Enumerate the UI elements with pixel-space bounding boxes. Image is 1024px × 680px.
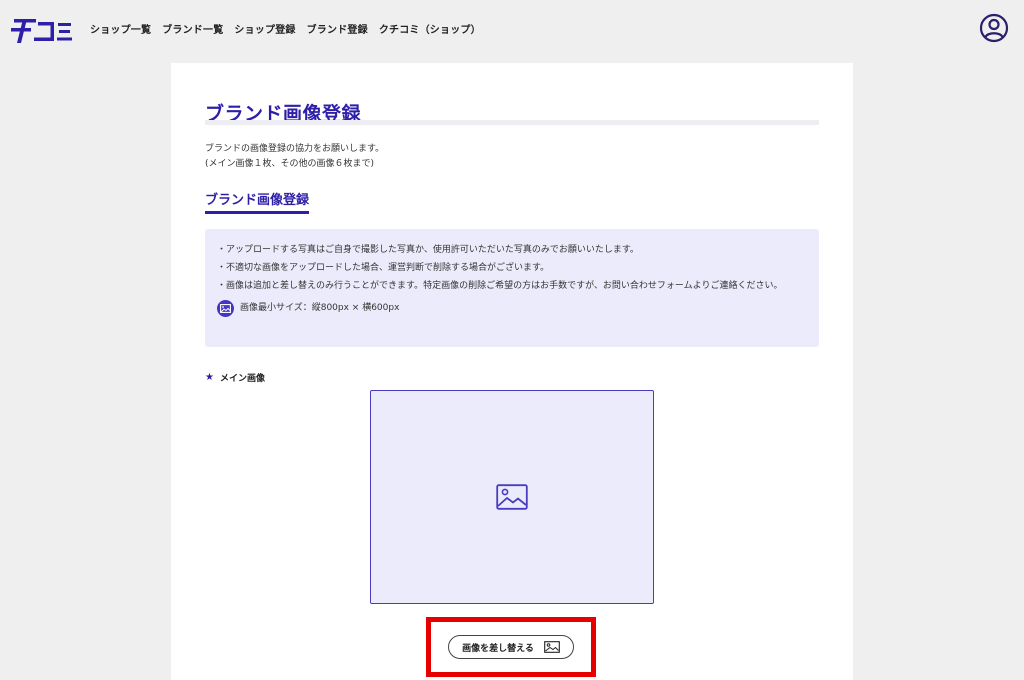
- main-nav: ショップ一覧 ブランド一覧 ショップ登録 ブランド登録 クチコミ（ショップ）: [90, 21, 481, 36]
- image-icon: [544, 641, 560, 653]
- notice-box: ・アップロードする写真はご自身で撮影した写真か、使用許可いただいた写真のみでお願…: [205, 229, 819, 347]
- main-image-label-text: メイン画像: [219, 374, 265, 384]
- image-placeholder-icon: [496, 484, 528, 510]
- intro-line: (メイン画像１枚、その他の画像６枚まで): [205, 159, 375, 169]
- nav-shop-register[interactable]: ショップ登録: [234, 21, 295, 36]
- title-divider: [205, 120, 819, 125]
- site-header: ショップ一覧 ブランド一覧 ショップ登録 ブランド登録 クチコミ（ショップ）: [0, 0, 1024, 58]
- notice-line: ・不適切な画像をアップロードした場合、運営判断で削除する場合がございます。: [217, 263, 550, 273]
- notice-line: ・アップロードする写真はご自身で撮影した写真か、使用許可いただいた写真のみでお願…: [217, 245, 639, 255]
- notice-line: ・画像は追加と差し替えのみ行うことができます。特定画像の削除ご希望の方はお手数で…: [217, 281, 783, 291]
- nav-shop-list[interactable]: ショップ一覧: [90, 21, 151, 36]
- image-size-text: 画像最小サイズ：縦800px × 横600px: [240, 303, 400, 313]
- content-panel: ブランド画像登録 ブランドの画像登録の協力をお願いします。 (メイン画像１枚、そ…: [171, 63, 853, 680]
- intro-text: ブランドの画像登録の協力をお願いします。 (メイン画像１枚、その他の画像６枚まで…: [205, 142, 384, 172]
- star-icon: ★: [205, 372, 214, 383]
- main-image-label: ★ メイン画像: [205, 371, 265, 384]
- main-image-dropzone[interactable]: [370, 390, 654, 604]
- replace-image-label: 画像を差し替える: [462, 643, 534, 654]
- nav-reviews-shop[interactable]: クチコミ（ショップ）: [379, 21, 481, 36]
- nav-brand-list[interactable]: ブランド一覧: [162, 21, 223, 36]
- account-icon[interactable]: [979, 13, 1009, 43]
- section-title: ブランド画像登録: [205, 189, 310, 214]
- nav-brand-register[interactable]: ブランド登録: [307, 21, 368, 36]
- intro-line: ブランドの画像登録の協力をお願いします。: [205, 144, 385, 154]
- image-icon: [217, 299, 234, 317]
- replace-button-highlight: 画像を差し替える: [426, 617, 596, 677]
- site-logo[interactable]: [11, 12, 73, 46]
- replace-image-button[interactable]: 画像を差し替える: [448, 635, 574, 659]
- image-size-info: 画像最小サイズ：縦800px × 横600px: [217, 299, 805, 317]
